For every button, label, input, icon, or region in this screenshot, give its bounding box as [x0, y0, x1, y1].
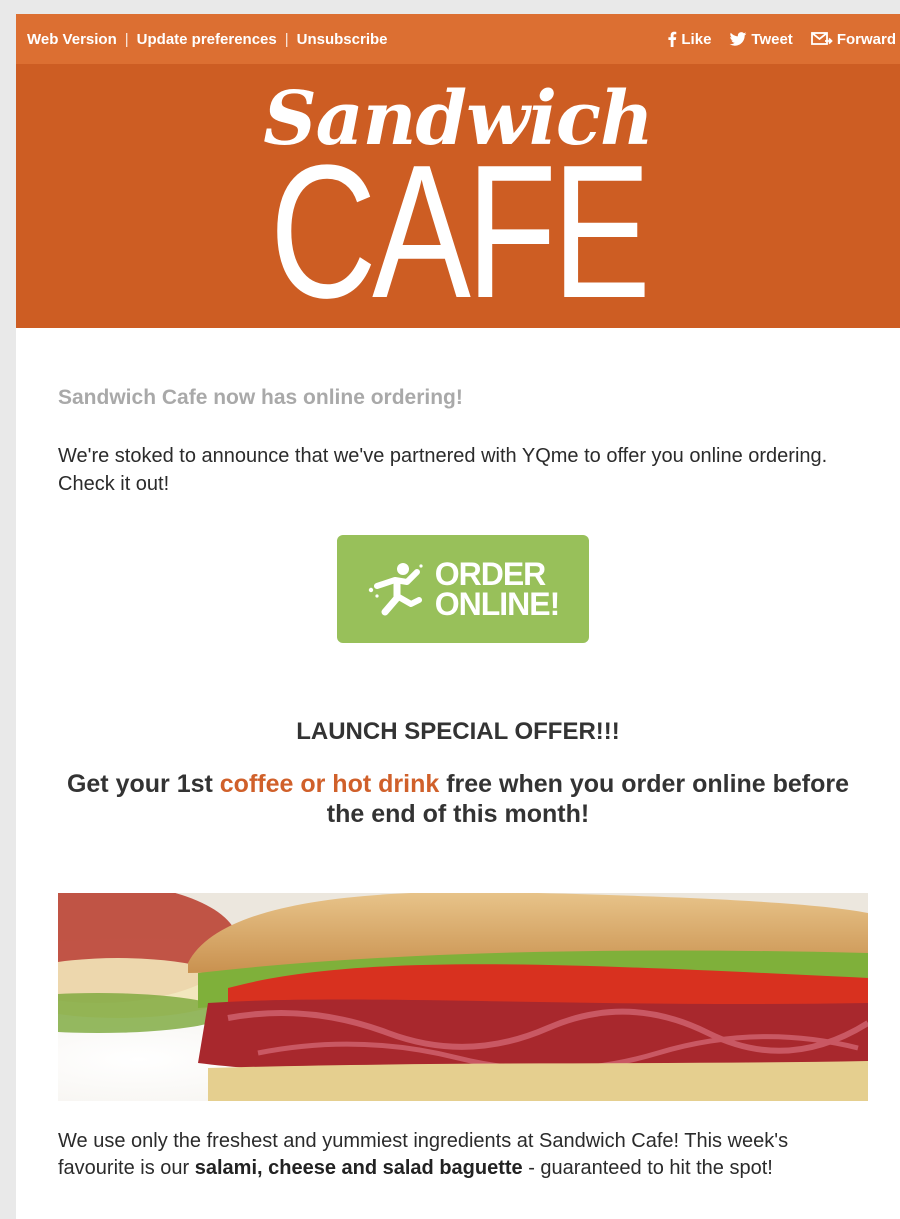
order-online-label: ORDER ONLINE!: [434, 556, 561, 622]
sandwich-photo: [58, 893, 868, 1101]
divider: |: [124, 30, 129, 48]
order-online-button[interactable]: ORDER ONLINE!: [337, 535, 589, 643]
web-version-link[interactable]: Web Version: [27, 31, 117, 48]
divider: |: [284, 30, 289, 48]
email-container: Web Version | Update preferences | Unsub…: [16, 14, 900, 1219]
update-preferences-link[interactable]: Update preferences: [137, 31, 277, 48]
like-label: Like: [681, 30, 712, 48]
order-line-2: ONLINE!: [434, 586, 561, 622]
offer-pre: Get your 1st: [66, 770, 220, 798]
twitter-icon: [730, 32, 747, 46]
unsubscribe-link[interactable]: Unsubscribe: [297, 31, 388, 48]
tweet-link[interactable]: Tweet: [729, 30, 793, 48]
running-figure-icon: [368, 563, 423, 616]
footer-post: - guaranteed to hit the spot!: [522, 1157, 773, 1179]
offer-text: Get your 1st coffee or hot drink free wh…: [58, 769, 858, 829]
forward-link[interactable]: Forward: [810, 30, 896, 48]
email-links: Web Version | Update preferences | Unsub…: [27, 31, 388, 48]
footer-paragraph: We use only the freshest and yummiest in…: [58, 1128, 848, 1182]
offer-highlight: coffee or hot drink: [219, 770, 440, 798]
social-links: Like Tweet Forward: [649, 31, 896, 48]
facebook-icon: [668, 31, 677, 47]
envelope-forward-icon: [810, 32, 833, 45]
email-topbar: Web Version | Update preferences | Unsub…: [16, 14, 900, 64]
launch-title: LAUNCH SPECIAL OFFER!!!: [296, 718, 620, 745]
tweet-label: Tweet: [751, 30, 793, 48]
logo-cafe-text: CAFE: [269, 126, 651, 338]
forward-label: Forward: [836, 30, 896, 48]
order-line-1: ORDER: [434, 556, 547, 592]
subheading: Sandwich Cafe now has online ordering!: [58, 386, 463, 409]
footer-bold: salami, cheese and salad baguette: [194, 1157, 523, 1179]
intro-paragraph: We're stoked to announce that we've part…: [58, 445, 828, 495]
like-link[interactable]: Like: [667, 31, 711, 48]
hero-banner: Sandwich CAFE: [16, 64, 900, 328]
